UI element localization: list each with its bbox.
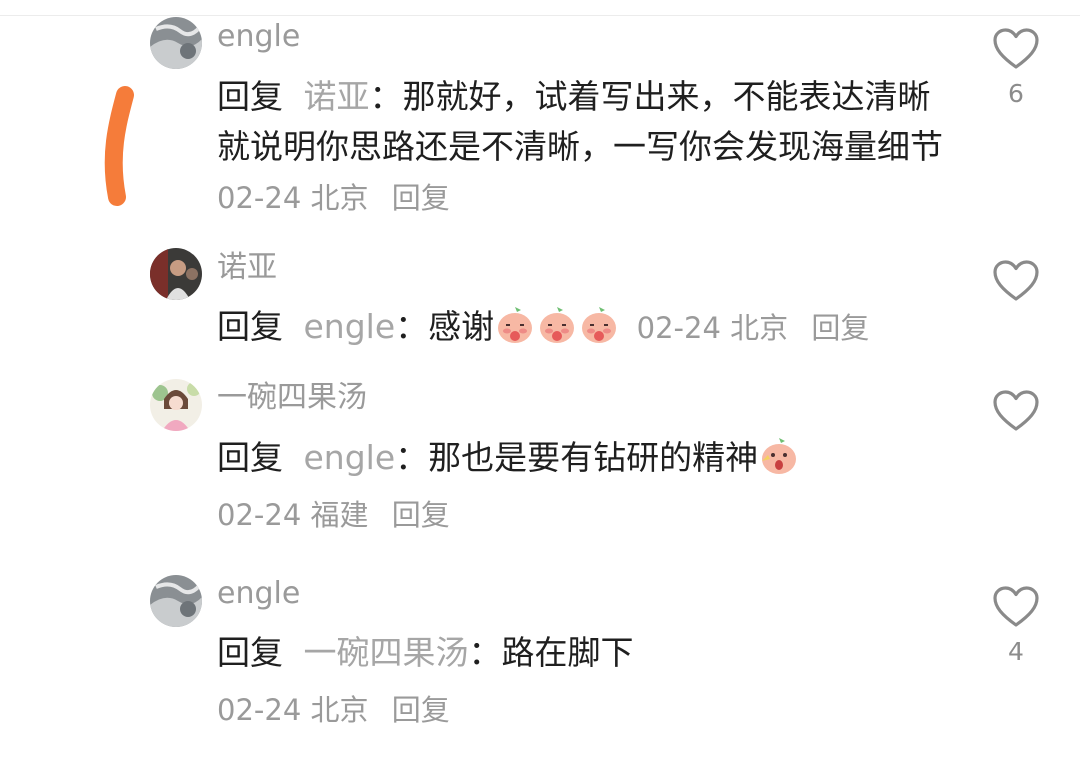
comment-meta: 02-24 北京 回复 — [217, 181, 450, 215]
divider — [0, 15, 1080, 16]
like-button[interactable]: 6 — [990, 27, 1042, 109]
avatar[interactable] — [150, 248, 202, 300]
like-button[interactable] — [990, 259, 1042, 311]
comment-username[interactable]: engle — [217, 575, 300, 613]
comment-date: 02-24 — [217, 181, 302, 215]
reply-button[interactable]: 回复 — [392, 498, 450, 532]
comment-text: 路在脚下 — [501, 633, 634, 672]
comment-text: 感谢 — [428, 307, 495, 346]
comment-meta: 02-24 福建 回复 — [217, 495, 450, 535]
avatar[interactable] — [150, 379, 202, 431]
comment-thread: engle 回复 诺亚：那就好，试着写出来，不能表达清晰就说明你思路还是不清晰，… — [0, 0, 1080, 757]
comment-date: 02-24 — [217, 498, 302, 532]
like-count: 4 — [1008, 637, 1024, 666]
comment-body: 回复 engle：感谢 02-24 北京 回复 — [217, 302, 957, 353]
comment-meta: 02-24 北京 回复 — [637, 311, 870, 345]
reply-target-name[interactable]: 诺亚 — [304, 77, 370, 116]
heart-outline-icon — [993, 390, 1039, 431]
avatar[interactable] — [150, 17, 202, 69]
comment-text: 那也是要有钻研的精神 — [428, 438, 759, 477]
comment-body: 回复 一碗四果汤：路在脚下 — [217, 628, 957, 678]
like-button[interactable]: 4 — [990, 585, 1042, 667]
reply-colon: ： — [369, 77, 403, 116]
heart-outline-icon — [993, 260, 1039, 301]
like-button[interactable] — [990, 389, 1042, 441]
reply-colon: ： — [395, 307, 429, 346]
comment-username[interactable]: 一碗四果汤 — [217, 379, 367, 417]
reply-target-name[interactable]: engle — [304, 307, 396, 346]
comment-meta: 02-24 北京 回复 — [217, 690, 450, 730]
reply-button[interactable]: 回复 — [392, 181, 450, 215]
comment-body: 回复 诺亚：那就好，试着写出来，不能表达清晰就说明你思路还是不清晰，一写你会发现… — [217, 72, 957, 223]
comment-location: 北京 — [310, 693, 369, 727]
reply-target-name[interactable]: engle — [304, 438, 396, 477]
blush-emoji-icon — [540, 307, 575, 343]
comment-location: 北京 — [730, 311, 789, 345]
comment-location: 北京 — [310, 181, 369, 215]
comment-location: 福建 — [310, 498, 369, 532]
comment-body: 回复 engle：那也是要有钻研的精神 — [217, 433, 957, 483]
reply-target-name[interactable]: 一碗四果汤 — [304, 633, 469, 672]
reply-label: 回复 — [217, 307, 283, 346]
comment-date: 02-24 — [636, 311, 721, 345]
reply-label: 回复 — [217, 438, 283, 477]
reply-button[interactable]: 回复 — [811, 311, 869, 345]
heart-outline-icon — [993, 28, 1039, 69]
orange-annotation-stroke — [104, 86, 134, 206]
comment-username[interactable]: engle — [217, 18, 300, 56]
like-count: 6 — [1008, 79, 1024, 108]
reply-label: 回复 — [217, 633, 283, 672]
blush-emoji-icon — [498, 307, 533, 343]
comment-username[interactable]: 诺亚 — [217, 249, 277, 287]
reply-colon: ： — [468, 633, 502, 672]
avatar[interactable] — [150, 575, 202, 627]
heart-outline-icon — [993, 586, 1039, 627]
blush-emoji-icon — [582, 307, 617, 343]
wow-emoji-icon — [762, 438, 797, 474]
comment-date: 02-24 — [217, 693, 302, 727]
reply-label: 回复 — [217, 77, 283, 116]
reply-colon: ： — [395, 438, 429, 477]
reply-button[interactable]: 回复 — [392, 693, 450, 727]
